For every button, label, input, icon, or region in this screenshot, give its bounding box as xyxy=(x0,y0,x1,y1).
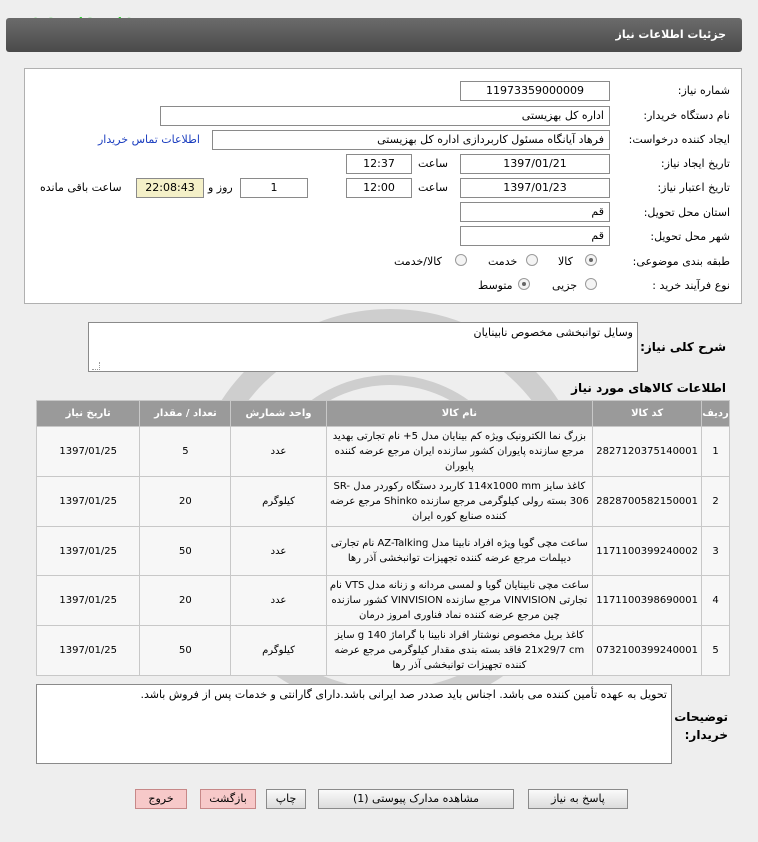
row-number: 4 xyxy=(701,575,730,626)
item-qty: 5 xyxy=(139,426,232,477)
item-name: کاغذ سایز 114x1000 mm کاربرد دستگاه رکور… xyxy=(325,476,594,527)
created-time-label: ساعت xyxy=(418,157,448,170)
province-label: استان محل تحویل: xyxy=(643,206,730,219)
page-title: جزئیات اطلاعات نیاز xyxy=(615,28,727,41)
category-option-service: خدمت xyxy=(488,255,518,268)
category-radio-service[interactable] xyxy=(526,254,538,266)
validity-time-label: ساعت xyxy=(418,181,448,194)
goods-table-wrap: ردیف کد کالا نام کالا واحد شمارش تعداد /… xyxy=(35,400,730,676)
description-text: وسایل توانبخشی مخصوص نابینایان xyxy=(473,326,634,339)
requester-label: ایجاد کننده درخواست: xyxy=(628,133,730,146)
category-radio-goods-service[interactable] xyxy=(455,254,467,266)
col-date: تاریخ نیاز xyxy=(35,400,141,427)
view-attachments-button[interactable]: مشاهده مدارک پیوستی (1) xyxy=(318,789,514,809)
validity-time-field: 12:00 xyxy=(346,178,412,198)
item-name: کاغذ بریل مخصوص نوشتار افراد نابینا با گ… xyxy=(325,625,594,676)
item-qty: 50 xyxy=(139,625,232,676)
goods-table: ردیف کد کالا نام کالا واحد شمارش تعداد /… xyxy=(35,400,730,676)
item-qty: 20 xyxy=(139,575,232,626)
row-number: 2 xyxy=(701,476,730,527)
description-box: وسایل توانبخشی مخصوص نابینایان xyxy=(88,322,638,372)
item-unit: عدد xyxy=(230,526,327,576)
description-resize-handle[interactable] xyxy=(92,362,100,370)
goods-section-title: اطلاعات کالاهای مورد نیاز xyxy=(571,381,726,395)
time-left-field: 22:08:43 xyxy=(136,178,204,198)
buyer-notes-text: تحویل به عهده تأمین کننده می باشد. اجناس… xyxy=(140,688,667,701)
reply-button[interactable]: پاسخ به نیاز xyxy=(528,789,628,809)
category-option-goods: کالا xyxy=(558,255,573,268)
process-option-medium: متوسط xyxy=(478,279,513,292)
category-label: طبقه بندی موضوعی: xyxy=(632,255,730,268)
item-unit: عدد xyxy=(230,426,327,477)
row-number: 1 xyxy=(701,426,730,477)
item-code: 2828700582150001 xyxy=(592,476,703,527)
requester-field: فرهاد آیانگاه مسئول کاربردازی اداره کل ب… xyxy=(212,130,610,150)
table-row: 1 2827120375140001 بزرگ نما الکترونیک وی… xyxy=(35,426,730,477)
row-number: 3 xyxy=(701,526,730,576)
item-name: بزرگ نما الکترونیک ویژه کم بینایان مدل 5… xyxy=(325,426,594,477)
item-date: 1397/01/25 xyxy=(35,625,141,676)
col-row: ردیف xyxy=(701,400,730,427)
item-code: 2827120375140001 xyxy=(592,426,703,477)
buyer-field: اداره کل بهزیستی xyxy=(160,106,610,126)
day-and-label: روز و xyxy=(208,181,233,194)
item-date: 1397/01/25 xyxy=(35,575,141,626)
process-radio-medium[interactable] xyxy=(518,278,530,290)
item-code: 0732100399240001 xyxy=(592,625,703,676)
row-number: 5 xyxy=(701,625,730,676)
validity-date-field: 1397/01/23 xyxy=(460,178,610,198)
created-date-field: 1397/01/21 xyxy=(460,154,610,174)
item-qty: 50 xyxy=(139,526,232,576)
item-date: 1397/01/25 xyxy=(35,426,141,477)
process-radio-minor[interactable] xyxy=(585,278,597,290)
item-date: 1397/01/25 xyxy=(35,476,141,527)
buyer-label: نام دستگاه خریدار: xyxy=(643,109,730,122)
table-row: 3 1171100399240002 ساعت مچی گویا ویژه اف… xyxy=(35,526,730,576)
need-number-field: 11973359000009 xyxy=(460,81,610,101)
col-code: کد کالا xyxy=(592,400,703,427)
item-code: 1171100398690001 xyxy=(592,575,703,626)
table-row: 2 2828700582150001 کاغذ سایز 114x1000 mm… xyxy=(35,476,730,527)
table-row: 5 0732100399240001 کاغذ بریل مخصوص نوشتا… xyxy=(35,625,730,676)
table-row: 4 1171100398690001 ساعت مچی نابینایان گو… xyxy=(35,575,730,626)
process-option-minor: جزیی xyxy=(552,279,578,292)
item-unit: کیلوگرم xyxy=(230,625,327,676)
col-qty: تعداد / مقدار xyxy=(139,400,232,427)
item-unit: کیلوگرم xyxy=(230,476,327,527)
time-left-label: ساعت باقی مانده xyxy=(40,181,122,194)
item-code: 1171100399240002 xyxy=(592,526,703,576)
goods-table-header: ردیف کد کالا نام کالا واحد شمارش تعداد /… xyxy=(35,400,730,427)
buyer-notes-box: تحویل به عهده تأمین کننده می باشد. اجناس… xyxy=(36,684,672,764)
created-time-field: 12:37 xyxy=(346,154,412,174)
days-left-field: 1 xyxy=(240,178,308,198)
city-field: قم xyxy=(460,226,610,246)
col-name: نام کالا xyxy=(325,400,594,427)
created-date-label: تاریخ ایجاد نیاز: xyxy=(660,157,730,170)
buyer-notes-label: توضیحات خریدار: xyxy=(674,710,728,742)
item-date: 1397/01/25 xyxy=(35,526,141,576)
exit-button[interactable]: خروج xyxy=(135,789,187,809)
item-name: ساعت مچی گویا ویژه افراد نابینا مدل AZ-T… xyxy=(325,526,594,576)
item-name: ساعت مچی نابینایان گویا و لمسی مردانه و … xyxy=(325,575,594,626)
description-label: شرح کلی نیاز: xyxy=(640,340,726,354)
city-label: شهر محل تحویل: xyxy=(650,230,730,243)
category-radio-goods[interactable] xyxy=(585,254,597,266)
process-label: نوع فرآیند خرید : xyxy=(652,279,730,292)
buyer-contact-link[interactable]: اطلاعات تماس خریدار xyxy=(98,133,200,146)
col-unit: واحد شمارش xyxy=(230,400,327,427)
validity-date-label: تاریخ اعتبار نیاز: xyxy=(657,181,730,194)
need-number-label: شماره نیاز: xyxy=(677,84,730,97)
item-unit: عدد xyxy=(230,575,327,626)
item-qty: 20 xyxy=(139,476,232,527)
province-field: قم xyxy=(460,202,610,222)
page-header: جزئیات اطلاعات نیاز xyxy=(6,18,742,52)
back-button[interactable]: بازگشت xyxy=(200,789,256,809)
category-option-goods-service: کالا/خدمت xyxy=(394,255,442,268)
print-button[interactable]: چاپ xyxy=(266,789,306,809)
